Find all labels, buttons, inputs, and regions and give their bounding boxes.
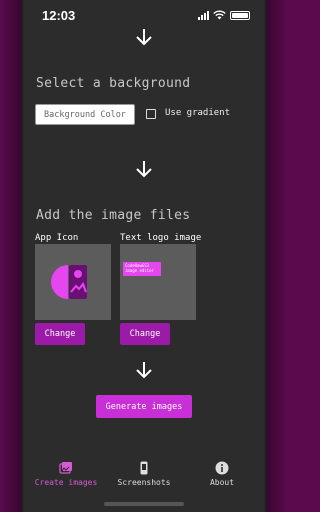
info-icon <box>215 461 229 475</box>
change-text-logo-button[interactable]: Change <box>120 323 170 345</box>
arrow-down-icon <box>136 362 152 379</box>
tab-about-label: About <box>209 478 235 487</box>
background-color-input[interactable]: Background Color <box>35 104 135 125</box>
text-logo-image: CodeHawGS3 image editor <box>123 262 161 276</box>
images-icon <box>59 462 72 474</box>
arrow-down-icon <box>136 29 152 46</box>
arrow-down-icon <box>136 161 152 178</box>
select-background-title: Select a background <box>36 76 191 91</box>
status-icons <box>198 10 250 20</box>
wifi-icon <box>213 10 226 20</box>
tab-create-images[interactable]: Create images <box>26 461 106 487</box>
app-icon-preview <box>35 244 111 320</box>
tab-about[interactable]: About <box>182 461 262 487</box>
add-image-files-title: Add the image files <box>36 208 191 223</box>
tab-screenshots-label: Screenshots <box>117 478 171 487</box>
app-screen: 12:03 Select a background Background Col… <box>24 0 264 512</box>
text-logo-preview: CodeHawGS3 image editor <box>120 244 196 320</box>
battery-icon <box>230 10 250 20</box>
home-indicator[interactable] <box>104 502 184 506</box>
use-gradient-checkbox[interactable] <box>146 109 156 119</box>
use-gradient-label: Use gradient <box>165 108 231 118</box>
tab-create-images-label: Create images <box>34 478 98 487</box>
generate-images-button[interactable]: Generate images <box>96 395 192 418</box>
phone-screenshot-icon <box>140 461 148 475</box>
app-icon-image <box>51 265 87 299</box>
text-logo-label: Text logo image <box>120 233 202 243</box>
app-icon-label: App Icon <box>35 233 79 243</box>
change-app-icon-button[interactable]: Change <box>35 323 85 345</box>
tab-screenshots[interactable]: Screenshots <box>104 461 184 487</box>
status-time: 12:03 <box>42 8 76 23</box>
signal-icon <box>198 10 209 20</box>
tab-bar: Create images Screenshots About <box>24 455 264 512</box>
